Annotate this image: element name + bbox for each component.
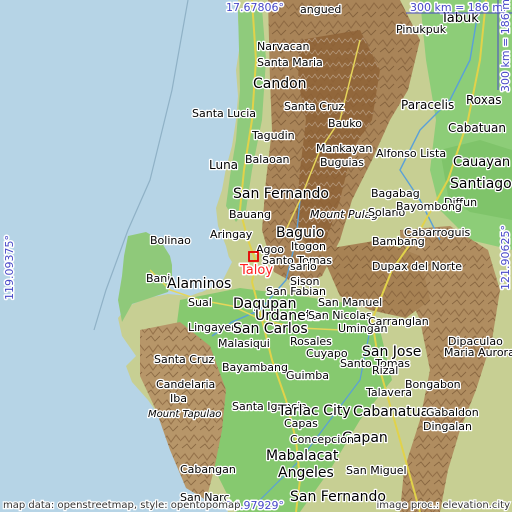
label-bongabon: Bongabon	[405, 378, 461, 391]
label-alfonso-lista: Alfonso Lista	[376, 147, 446, 160]
attribution-left: map data: openstreetmap, style: opentopo…	[3, 500, 240, 511]
label-bauko: Bauko	[328, 117, 362, 130]
label-guimba: Guimba	[286, 369, 329, 382]
label-santa-cruz-south: Santa Cruz	[154, 353, 214, 366]
label-cabatuan: Cabatuan	[448, 121, 506, 135]
label-capas: Capas	[284, 417, 318, 430]
label-bambang: Bambang	[372, 235, 425, 248]
label-sual: Sual	[188, 296, 212, 309]
coord-right-lon: 121.90625°	[499, 225, 512, 290]
label-baguio: Baguio	[276, 225, 324, 241]
label-luna: Luna	[209, 158, 238, 172]
label-roxas: Roxas	[466, 93, 501, 107]
label-balaoan: Balaoan	[245, 153, 290, 166]
label-rosario: sario	[290, 260, 317, 273]
label-buguias: Buguias	[320, 156, 364, 169]
label-aringay: Aringay	[210, 228, 253, 241]
label-san-fernando-south: San Fernando	[290, 489, 386, 505]
label-cauayan: Cauayan	[453, 155, 510, 170]
label-san-fernando-north: San Fernando	[233, 186, 329, 202]
label-bayambang: Bayambang	[222, 361, 288, 374]
label-san-nicolas: San Nicolas	[308, 309, 372, 322]
scale-bar-vertical: 300 km = 186 mi	[497, 0, 512, 94]
label-dupax: Dupax del Norte	[372, 260, 462, 273]
label-bagabag: Bagabag	[371, 187, 420, 200]
label-santa-cruz: Santa Cruz	[284, 100, 344, 113]
label-santa-maria: Santa Maria	[257, 56, 323, 69]
label-mabalacat: Mabalacat	[266, 448, 339, 464]
label-dingalan: Dingalan	[423, 420, 472, 433]
label-candelaria: Candelaria	[156, 378, 215, 391]
label-iba: Iba	[170, 392, 187, 405]
topographic-map[interactable]: angued Pinukpuk Tabuk Narvacan Santa Mar…	[0, 0, 512, 512]
label-bolinao: Bolinao	[150, 234, 191, 247]
label-paracelis: Paracelis	[401, 98, 454, 112]
label-bayombong: Bayombong	[396, 200, 462, 213]
scale-bar-horizontal: 300 km = 186 mi	[406, 0, 512, 16]
label-malasiqui: Malasiqui	[218, 337, 270, 350]
label-angeles: Angeles	[278, 465, 334, 481]
label-mount-tapulao: Mount Tapulao	[148, 409, 221, 420]
label-tagudin: Tagudin	[251, 129, 295, 142]
label-mankayan: Mankayan	[316, 142, 372, 155]
label-alaminos: Alaminos	[167, 276, 231, 292]
coord-left-lon: 119.09375°	[3, 235, 16, 300]
label-pinukpuk: Pinukpuk	[396, 23, 447, 36]
label-gabaldon: Gabaldon	[426, 406, 479, 419]
scale-label-horizontal: 300 km = 186 mi	[410, 1, 506, 14]
map-canvas: angued Pinukpuk Tabuk Narvacan Santa Mar…	[0, 0, 512, 512]
label-maria-aurora: Maria Aurora	[444, 346, 512, 359]
label-candon: Candon	[253, 76, 307, 92]
coord-top-lat: 17.67806°	[226, 1, 284, 14]
label-itogon: Itogon	[291, 240, 326, 253]
label-taloy: Taloy	[239, 263, 273, 278]
label-carranglan: Carranglan	[368, 315, 429, 328]
label-cabangan: Cabangan	[180, 463, 236, 476]
label-concepcion: Concepcion	[290, 433, 354, 446]
label-santa-lucia: Santa Lucia	[192, 107, 256, 120]
scale-label-vertical: 300 km = 186 mi	[499, 0, 512, 92]
attribution-right: image proc.: elevation.city	[377, 500, 511, 511]
label-san-manuel: San Manuel	[318, 296, 382, 309]
label-bangued: angued	[300, 3, 341, 16]
label-narvacan: Narvacan	[257, 40, 310, 53]
label-santiago: Santiago	[450, 176, 512, 192]
label-talavera: Talavera	[365, 386, 412, 399]
label-san-miguel: San Miguel	[346, 464, 407, 477]
label-lingayen: Lingayen	[188, 321, 238, 334]
label-rizal: Rizal	[372, 364, 398, 377]
label-bauang: Bauang	[229, 208, 271, 221]
